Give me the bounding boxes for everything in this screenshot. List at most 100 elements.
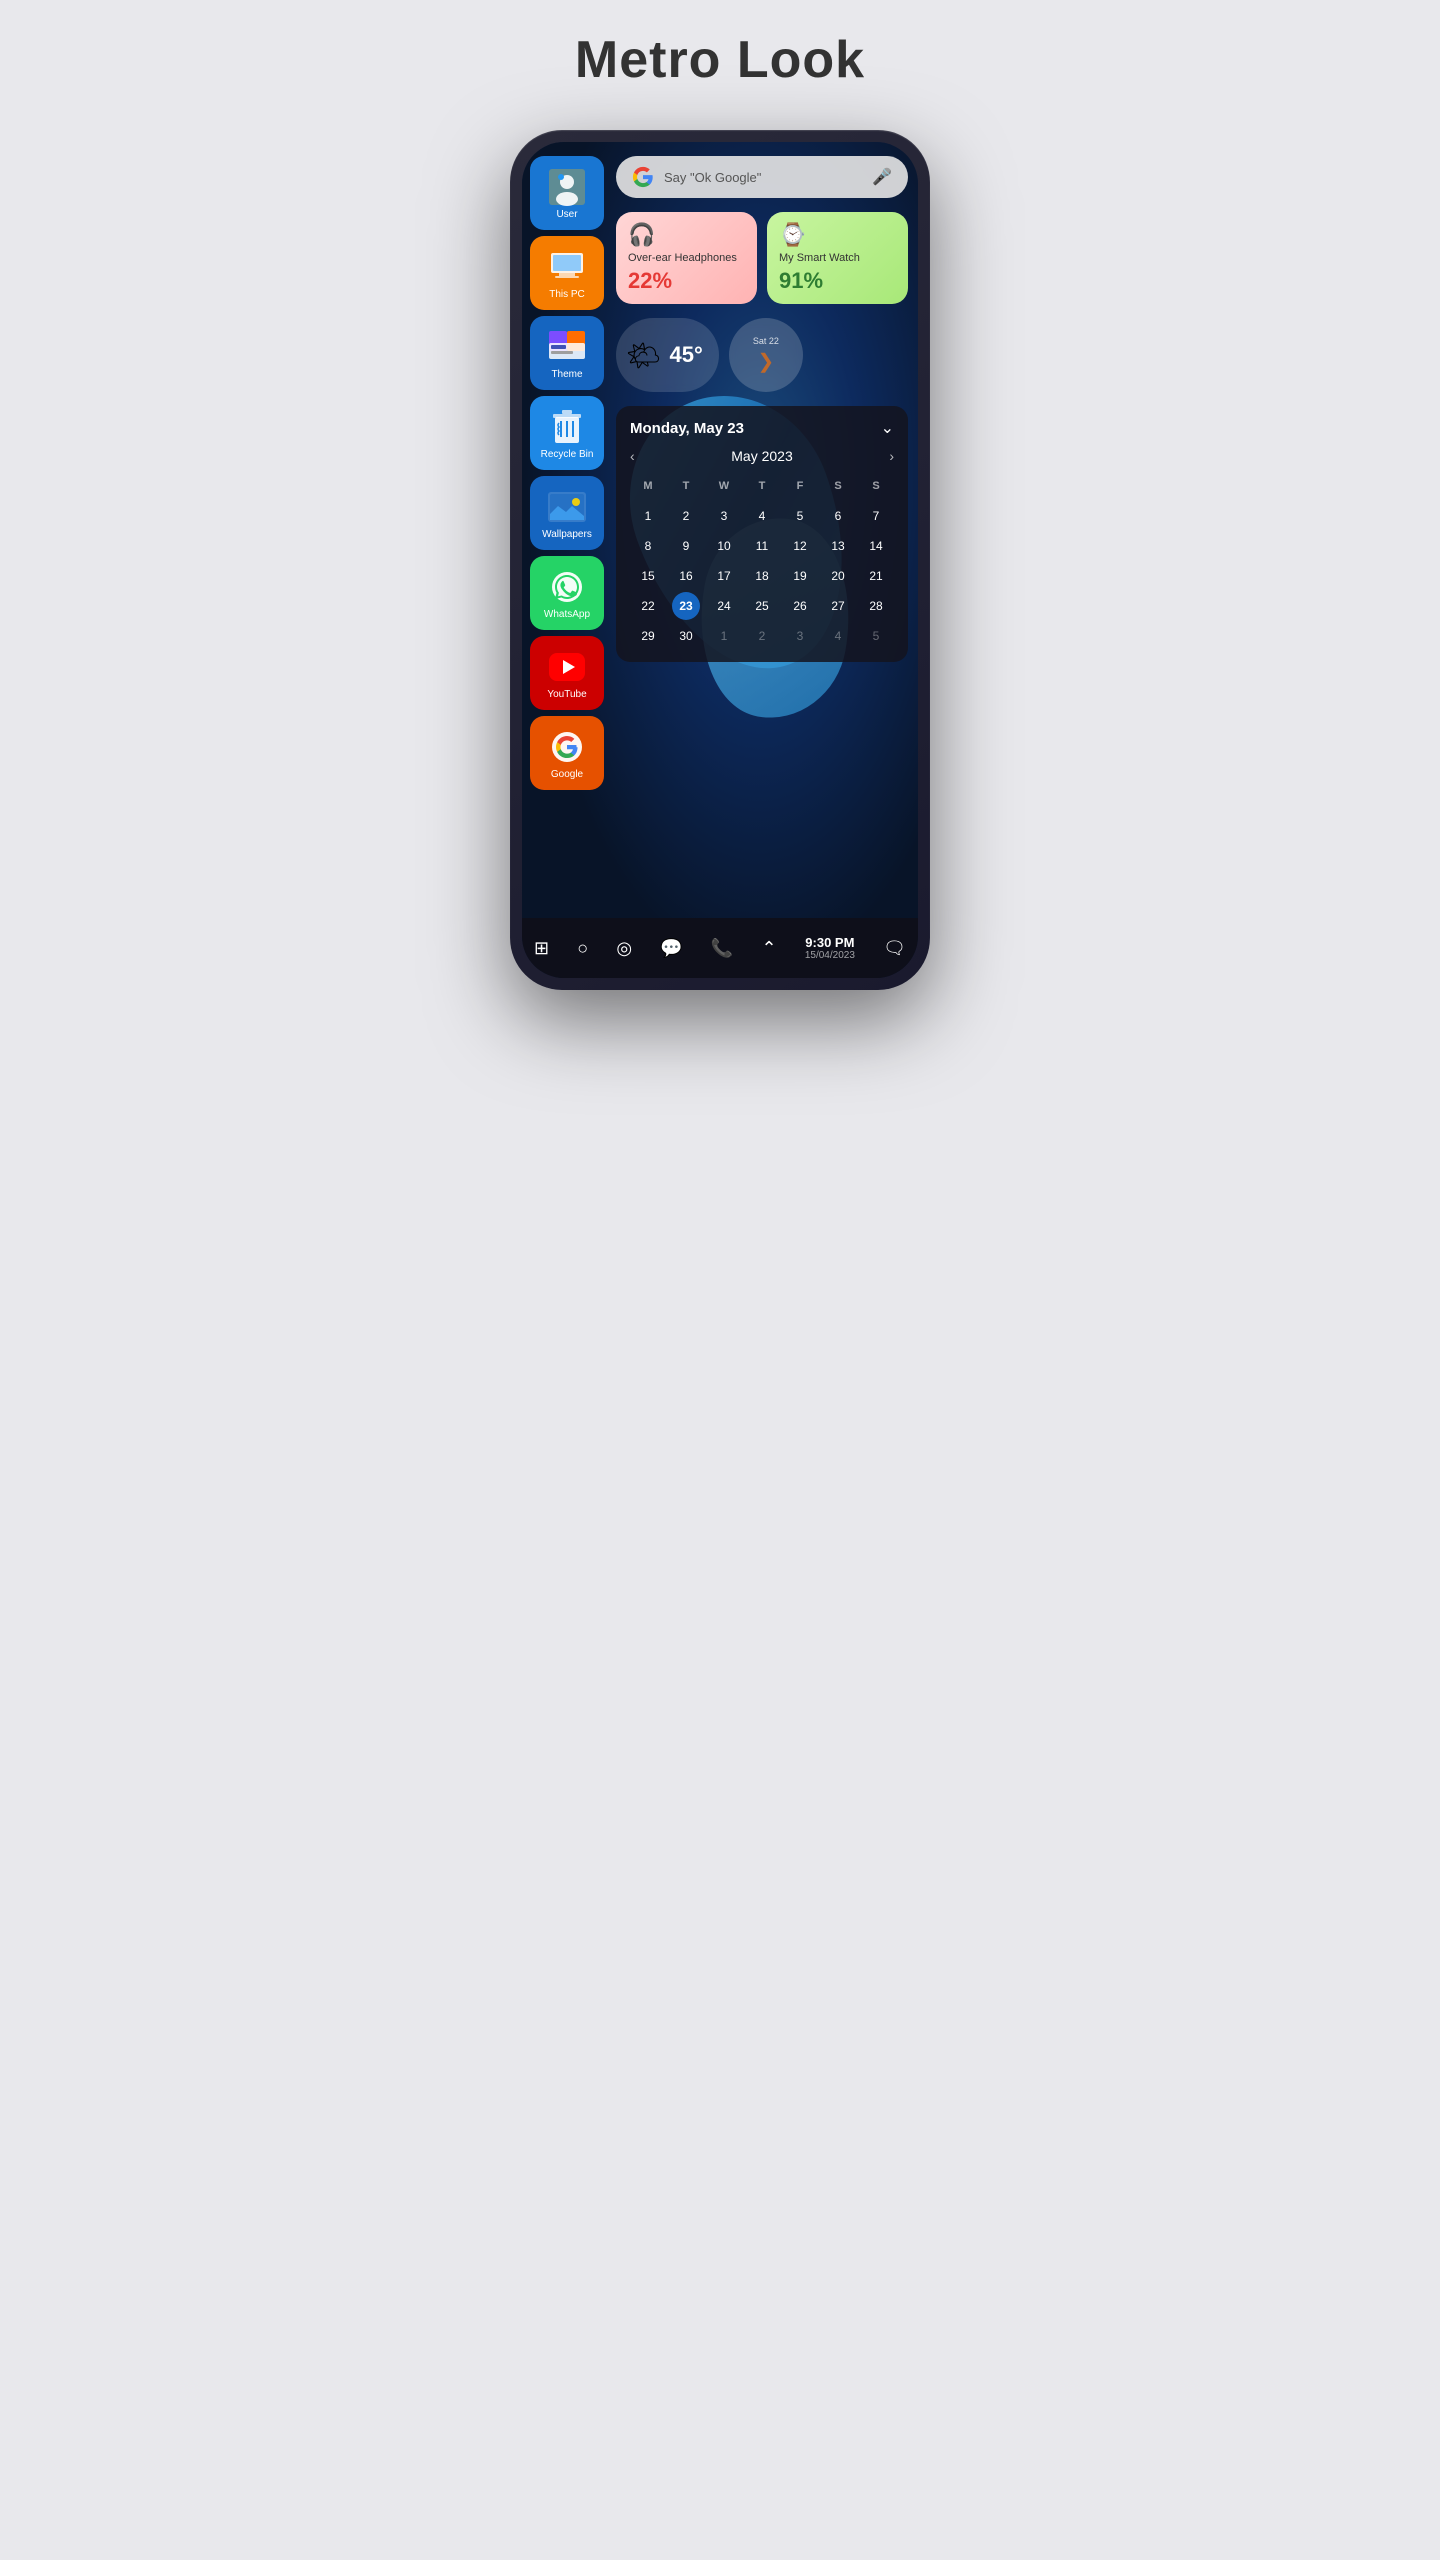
headphones-name: Over-ear Headphones — [628, 252, 745, 264]
sidebar-item-youtube[interactable]: YouTube — [530, 636, 604, 710]
youtube-label: YouTube — [547, 689, 586, 700]
cal-day-cell[interactable]: 27 — [824, 592, 852, 620]
calendar-title: Monday, May 23 — [630, 420, 744, 437]
sidebar-item-recycle-bin[interactable]: Recycle Bin — [530, 396, 604, 470]
cal-day-cell[interactable]: 24 — [710, 592, 738, 620]
theme-label: Theme — [551, 369, 582, 380]
nav-circle-icon[interactable]: ○ — [577, 938, 588, 959]
phone-screen: User This PC Theme Recycle Bin — [522, 142, 918, 978]
clock-date: Sat 22 — [753, 336, 779, 346]
nav-chat-icon[interactable]: 💬 — [660, 938, 682, 959]
cal-day-cell[interactable]: 2 — [748, 622, 776, 650]
cal-day-cell[interactable]: 7 — [862, 502, 890, 530]
user-icon — [547, 167, 587, 207]
whatsapp-icon — [547, 567, 587, 607]
cal-day-cell[interactable]: 17 — [710, 562, 738, 590]
headphones-widget[interactable]: 🎧 Over-ear Headphones 22% — [616, 212, 757, 304]
cal-day-cell[interactable]: 22 — [634, 592, 662, 620]
cal-day-cell[interactable]: 1 — [710, 622, 738, 650]
cal-month: May 2023 — [731, 448, 792, 464]
recycle-bin-icon — [551, 409, 583, 445]
cal-prev[interactable]: ‹ — [630, 448, 635, 464]
cal-day-cell[interactable]: 11 — [748, 532, 776, 560]
cal-day-cell[interactable]: 29 — [634, 622, 662, 650]
cal-day-cell[interactable]: 23 — [672, 592, 700, 620]
cal-day-cell[interactable]: 4 — [824, 622, 852, 650]
cal-day-cell[interactable]: 5 — [862, 622, 890, 650]
user-label: User — [556, 209, 577, 220]
clock-widget[interactable]: Sat 22 ❯ — [729, 318, 803, 392]
watch-widget[interactable]: ⌚ My Smart Watch 91% — [767, 212, 908, 304]
wallpapers-icon — [547, 487, 587, 527]
weather-icon: 🌤 — [626, 339, 662, 372]
sidebar-item-this-pc[interactable]: This PC — [530, 236, 604, 310]
cal-day-cell[interactable]: 3 — [786, 622, 814, 650]
whatsapp-label: WhatsApp — [544, 609, 590, 620]
cal-day-cell[interactable]: 6 — [824, 502, 852, 530]
theme-icon — [547, 327, 587, 367]
cal-day-cell[interactable]: 1 — [634, 502, 662, 530]
cal-day-cell[interactable]: 21 — [862, 562, 890, 590]
cal-day-header: S — [824, 472, 852, 500]
cal-day-cell[interactable]: 19 — [786, 562, 814, 590]
sidebar-item-wallpapers[interactable]: Wallpapers — [530, 476, 604, 550]
nav-time-value: 9:30 PM — [805, 935, 855, 950]
cal-day-cell[interactable]: 4 — [748, 502, 776, 530]
cal-day-cell[interactable]: 16 — [672, 562, 700, 590]
nav-up-icon[interactable]: ⌃ — [762, 938, 777, 959]
cal-day-cell[interactable]: 25 — [748, 592, 776, 620]
main-area: Say "Ok Google" 🎤 🎧 Over-ear Headphones … — [610, 142, 918, 978]
cal-day-cell[interactable]: 2 — [672, 502, 700, 530]
cal-day-cell[interactable]: 18 — [748, 562, 776, 590]
search-bar[interactable]: Say "Ok Google" 🎤 — [616, 156, 908, 198]
cal-day-cell[interactable]: 3 — [710, 502, 738, 530]
headphones-percent: 22% — [628, 268, 745, 294]
theme-icon — [549, 331, 585, 363]
widget-row-2: 🌤 45° Sat 22 ❯ — [616, 318, 908, 392]
cal-day-cell[interactable]: 5 — [786, 502, 814, 530]
cal-day-cell[interactable]: 26 — [786, 592, 814, 620]
cal-day-cell[interactable]: 9 — [672, 532, 700, 560]
calendar-nav: ‹ May 2023 › — [630, 448, 894, 464]
cal-day-cell[interactable]: 10 — [710, 532, 738, 560]
cal-next[interactable]: › — [889, 448, 894, 464]
cal-day-cell[interactable]: 14 — [862, 532, 890, 560]
this-pc-icon — [547, 247, 587, 287]
youtube-icon — [547, 647, 587, 687]
watch-name: My Smart Watch — [779, 252, 896, 264]
cal-day-cell[interactable]: 12 — [786, 532, 814, 560]
sidebar-item-google[interactable]: Google — [530, 716, 604, 790]
cal-day-cell[interactable]: 30 — [672, 622, 700, 650]
screen-content: User This PC Theme Recycle Bin — [522, 142, 918, 978]
cal-day-cell[interactable]: 28 — [862, 592, 890, 620]
cal-day-header: S — [862, 472, 890, 500]
sidebar-item-theme[interactable]: Theme — [530, 316, 604, 390]
nav-grid-icon[interactable]: ⊞ — [534, 938, 549, 959]
google-icon — [550, 730, 584, 764]
nav-phone-icon[interactable]: 📞 — [711, 938, 733, 959]
cal-day-cell[interactable]: 13 — [824, 532, 852, 560]
mic-icon[interactable]: 🎤 — [872, 167, 892, 187]
widget-row-1: 🎧 Over-ear Headphones 22% ⌚ My Smart Wat… — [616, 212, 908, 304]
calendar-dropdown-icon[interactable]: ⌄ — [881, 418, 894, 438]
search-placeholder: Say "Ok Google" — [664, 170, 862, 185]
recycle-bin-icon — [547, 407, 587, 447]
sidebar-item-whatsapp[interactable]: WhatsApp — [530, 556, 604, 630]
watch-icon: ⌚ — [779, 222, 896, 248]
cal-day-header: T — [672, 472, 700, 500]
wallpapers-label: Wallpapers — [542, 529, 592, 540]
cal-day-header: W — [710, 472, 738, 500]
nav-messages-icon[interactable]: 🗨 — [883, 938, 906, 959]
nav-spiral-icon[interactable]: ◎ — [616, 938, 632, 959]
weather-temp: 45° — [670, 342, 703, 368]
google-logo — [632, 166, 654, 188]
cal-day-header: T — [748, 472, 776, 500]
sidebar: User This PC Theme Recycle Bin — [522, 142, 612, 918]
sidebar-item-user[interactable]: User — [530, 156, 604, 230]
cal-day-cell[interactable]: 20 — [824, 562, 852, 590]
cal-day-cell[interactable]: 15 — [634, 562, 662, 590]
clock-hand: ❯ — [753, 348, 779, 374]
weather-widget[interactable]: 🌤 45° — [616, 318, 719, 392]
cal-day-cell[interactable]: 8 — [634, 532, 662, 560]
calendar-widget[interactable]: Monday, May 23 ⌄ ‹ May 2023 › MTWTFSS123… — [616, 406, 908, 662]
